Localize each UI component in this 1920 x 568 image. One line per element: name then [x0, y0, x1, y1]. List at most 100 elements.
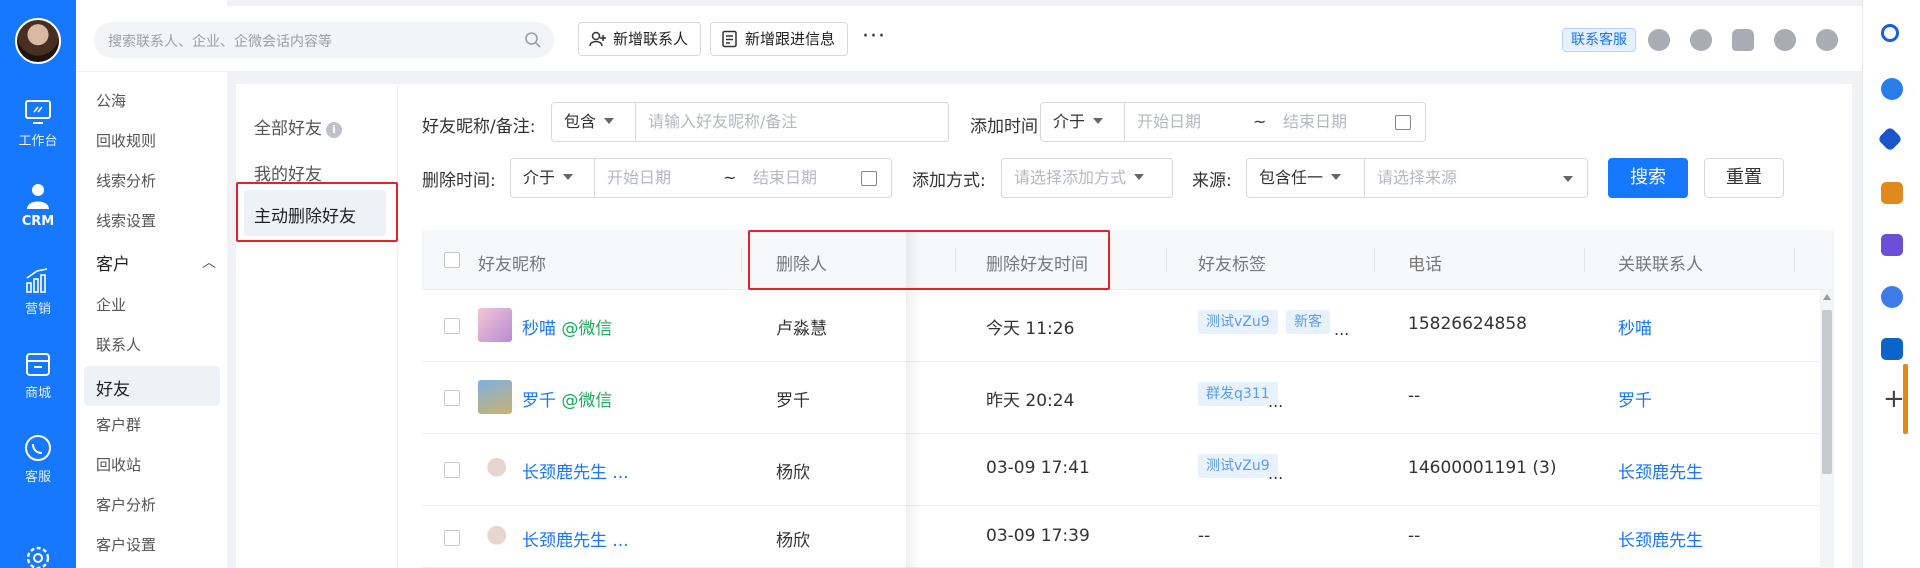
add-time-end-input[interactable]: 结束日期	[1271, 103, 1347, 141]
linked-contact[interactable]: 长颈鹿先生	[1618, 526, 1703, 551]
tab-all-friends[interactable]: 全部好友 i	[254, 114, 342, 139]
friend-name-text: 秒喵	[522, 319, 556, 339]
rail-item-service[interactable]: 客服	[0, 434, 76, 485]
subnav-item-enterprise[interactable]: 企业	[96, 294, 126, 315]
subnav-item-lead-analysis[interactable]: 线索分析	[96, 170, 156, 191]
search-icon[interactable]	[1881, 24, 1899, 42]
friend-name[interactable]: 罗千 @微信	[522, 386, 612, 411]
rail-item-store[interactable]: 商城	[0, 350, 76, 401]
rail-label: 商城	[24, 386, 51, 401]
bing-icon[interactable]	[1881, 78, 1903, 100]
nickname-input[interactable]: 请输入好友昵称/备注	[636, 103, 948, 141]
contact-service-button[interactable]: 联系客服	[1562, 28, 1636, 52]
rail-item-crm[interactable]: CRM	[0, 182, 76, 229]
bell-icon[interactable]	[1732, 29, 1754, 51]
subnav-item-recycle-bin[interactable]: 回收站	[96, 454, 141, 475]
tags-overflow[interactable]: ...	[1268, 464, 1283, 483]
user-avatar[interactable]	[15, 18, 61, 64]
table-row[interactable]: 长颈鹿先生 ... 杨欣 03-09 17:41 测试vZu9 ... 1460…	[422, 434, 1834, 506]
crm-subnav: 公海 回收规则 线索分析 线索设置 客户 ︿ 企业 联系人 好友 客户群 回收站…	[76, 0, 228, 568]
friend-name[interactable]: 秒喵 @微信	[522, 314, 612, 339]
highlight-box	[748, 230, 1110, 290]
new-followup-button[interactable]: 新增跟进信息	[710, 22, 849, 56]
toolbox-icon[interactable]	[1881, 182, 1903, 204]
select-placeholder-text: 请选择添加方式	[1014, 168, 1127, 187]
games-icon[interactable]	[1881, 234, 1903, 256]
gear-icon[interactable]	[24, 544, 52, 568]
row-checkbox[interactable]	[444, 390, 460, 406]
subnav-item-customer-groups[interactable]: 客户群	[96, 414, 141, 435]
column-divider	[1374, 248, 1375, 272]
tags-overflow[interactable]: ...	[1268, 392, 1283, 411]
wechat-suffix: @微信	[556, 391, 613, 411]
rail-item-workbench[interactable]: 工作台	[0, 98, 76, 149]
add-time-filter: 介于 开始日期 ~ 结束日期	[1040, 102, 1426, 142]
row-checkbox[interactable]	[444, 318, 460, 334]
subnav-item-contacts[interactable]: 联系人	[96, 334, 141, 355]
friend-tag: 新客	[1286, 310, 1330, 334]
copilot-icon[interactable]	[1881, 286, 1903, 308]
tag-icon[interactable]	[1877, 126, 1903, 152]
reset-button[interactable]: 重置	[1704, 158, 1784, 198]
calendar-icon[interactable]	[1395, 115, 1411, 130]
linked-contact[interactable]: 罗千	[1618, 386, 1652, 411]
subnav-item-public-pool[interactable]: 公海	[96, 90, 126, 111]
column-header-contact[interactable]: 关联联系人	[1618, 250, 1703, 275]
calendar-icon[interactable]	[861, 171, 877, 186]
new-contact-button[interactable]: 新增联系人	[578, 22, 702, 56]
rail-label: 营销	[24, 302, 51, 317]
subnav-group-label: 客户	[96, 255, 130, 275]
download-icon[interactable]	[1816, 29, 1838, 51]
source-select[interactable]: 请选择来源	[1365, 159, 1587, 197]
delete-time-op-select[interactable]: 介于	[511, 159, 595, 197]
add-time-op-select[interactable]: 介于	[1041, 103, 1125, 141]
table-row[interactable]: 长颈鹿先生 ... 杨欣 03-09 17:39 -- -- 长颈鹿先生	[422, 506, 1834, 568]
friend-name[interactable]: 长颈鹿先生 ...	[522, 458, 629, 483]
scroll-up-icon[interactable]	[1823, 294, 1831, 300]
subnav-item-friends[interactable]: 好友	[84, 366, 220, 406]
global-search[interactable]: 搜索联系人、企业、企微会话内容等	[94, 22, 554, 58]
search-button[interactable]: 搜索	[1608, 158, 1688, 198]
search-input[interactable]: 搜索联系人、企业、企微会话内容等	[108, 31, 332, 51]
linked-contact[interactable]: 长颈鹿先生	[1618, 458, 1703, 483]
row-checkbox[interactable]	[444, 530, 460, 546]
table-row[interactable]: 秒喵 @微信 卢淼慧 今天 11:26 测试vZu9 新客 ... 158266…	[422, 290, 1834, 362]
delete-time-start-input[interactable]: 开始日期	[595, 159, 671, 197]
rail-item-marketing[interactable]: 营销	[0, 266, 76, 317]
nickname-op-select[interactable]: 包含	[552, 103, 636, 141]
add-time-start-input[interactable]: 开始日期	[1125, 103, 1201, 141]
select-all-checkbox[interactable]	[444, 252, 460, 268]
source-op-select[interactable]: 包含任一	[1247, 159, 1365, 197]
subnav-item-customer-analysis[interactable]: 客户分析	[96, 494, 156, 515]
tags-overflow[interactable]: ...	[1334, 320, 1349, 339]
subnav-item-label: 好友	[96, 380, 130, 400]
browser-side-dock: +	[1862, 0, 1920, 568]
rail-label: 工作台	[18, 134, 58, 149]
friend-name[interactable]: 长颈鹿先生 ...	[522, 526, 629, 551]
row-checkbox[interactable]	[444, 462, 460, 478]
tab-label: 全部好友	[254, 119, 322, 139]
column-header-tags[interactable]: 好友标签	[1198, 250, 1266, 275]
source-label: 来源:	[1192, 171, 1232, 191]
friend-avatar	[478, 452, 512, 486]
column-header-nickname[interactable]: 好友昵称	[478, 250, 546, 275]
subnav-item-lead-settings[interactable]: 线索设置	[96, 210, 156, 231]
info-icon[interactable]	[1774, 29, 1796, 51]
scrollbar-thumb[interactable]	[1822, 310, 1832, 474]
add-icon[interactable]: +	[1883, 384, 1905, 414]
table-row[interactable]: 罗千 @微信 罗千 昨天 20:24 群发q311 ... -- 罗千	[422, 362, 1834, 434]
linked-contact[interactable]: 秒喵	[1618, 314, 1652, 339]
subnav-item-customer-settings[interactable]: 客户设置	[96, 534, 156, 555]
share-icon[interactable]	[1690, 29, 1712, 51]
column-header-phone[interactable]: 电话	[1408, 250, 1442, 275]
subnav-item-recycle-rules[interactable]: 回收规则	[96, 130, 156, 151]
delete-time-end-input[interactable]: 结束日期	[741, 159, 817, 197]
subnav-group-customer[interactable]: 客户 ︿	[96, 250, 216, 275]
table-scrollbar[interactable]	[1820, 290, 1834, 568]
add-method-select[interactable]: 请选择添加方式	[1001, 158, 1173, 198]
more-menu-button[interactable]: ···	[862, 24, 886, 49]
sync-icon[interactable]	[1648, 29, 1670, 51]
resize-handle[interactable]	[1903, 364, 1908, 434]
outlook-icon[interactable]	[1881, 338, 1903, 360]
info-icon[interactable]: i	[326, 122, 342, 138]
